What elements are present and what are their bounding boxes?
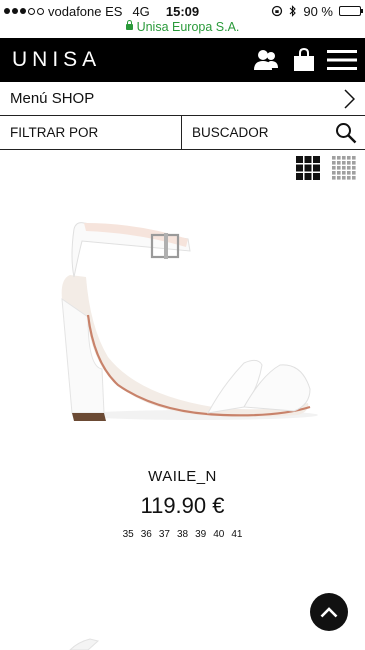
product-price: 119.90 € <box>140 493 225 518</box>
grid-large-icon[interactable] <box>296 156 320 180</box>
url-bar[interactable]: Unisa Europa S.A. <box>0 20 365 34</box>
size-option[interactable]: 37 <box>159 529 170 540</box>
carrier-name: vodafone ES <box>48 3 123 19</box>
filter-search-row: FILTRAR POR BUSCADOR <box>0 116 365 150</box>
next-product-image-peek <box>69 638 100 650</box>
site-header: UNISA <box>0 38 365 82</box>
search-icon[interactable] <box>335 122 357 144</box>
size-option[interactable]: 41 <box>231 529 242 540</box>
status-bar: vodafone ES 4G 15:09 90 % Unisa Europa S… <box>0 0 365 38</box>
user-icon[interactable] <box>251 45 281 75</box>
network-type: 4G <box>132 3 150 19</box>
size-option[interactable]: 39 <box>195 529 206 540</box>
product-sizes: 35 36 37 38 39 40 41 <box>0 529 365 540</box>
hamburger-menu-icon[interactable] <box>327 45 357 75</box>
search-box[interactable]: BUSCADOR <box>182 116 365 149</box>
view-toggle <box>0 150 365 186</box>
size-option[interactable]: 36 <box>141 529 152 540</box>
signal-strength-icon <box>4 7 44 15</box>
battery-percent: 90 % <box>303 3 333 19</box>
grid-small-icon[interactable] <box>332 156 356 180</box>
menu-shop-row[interactable]: Menú SHOP <box>0 82 365 116</box>
chevron-up-icon <box>320 607 338 618</box>
size-option[interactable]: 35 <box>123 529 134 540</box>
shopping-bag-icon[interactable] <box>289 45 319 75</box>
menu-shop-label: Menú SHOP <box>10 90 95 107</box>
size-option[interactable]: 40 <box>213 529 224 540</box>
chevron-right-icon <box>344 88 355 109</box>
product-image[interactable] <box>0 186 365 458</box>
unisa-logo[interactable]: UNISA <box>12 48 101 72</box>
url-text: Unisa Europa S.A. <box>136 20 240 34</box>
search-label: BUSCADOR <box>192 125 269 140</box>
battery-icon <box>339 6 363 16</box>
lock-icon <box>125 20 133 30</box>
scroll-to-top-button[interactable] <box>310 593 348 631</box>
product-name[interactable]: WAILE_N <box>0 468 365 485</box>
filter-label: FILTRAR POR <box>10 125 99 140</box>
size-option[interactable]: 38 <box>177 529 188 540</box>
filter-button[interactable]: FILTRAR POR <box>0 116 182 149</box>
product-sandal-image <box>60 222 318 421</box>
bluetooth-icon <box>289 5 297 17</box>
orientation-lock-icon <box>272 5 283 17</box>
